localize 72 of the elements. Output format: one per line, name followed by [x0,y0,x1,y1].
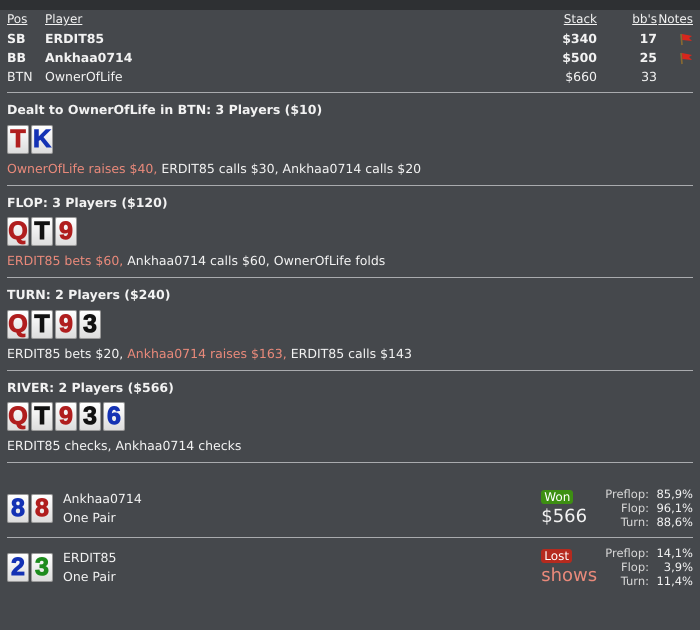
equity-value: 14,1% [655,546,693,560]
equity-label: Preflop: [605,546,649,560]
flag-icon[interactable] [679,32,693,46]
action-text: OwnerOfLife raises $40, [7,160,158,176]
table-cell: BTN [7,69,33,84]
action-text: OwnerOfLife folds [274,253,386,268]
equity-value: 88,6% [655,515,693,529]
action-text: ERDIT85 calls $30, [161,160,279,176]
table-cell: 33 [641,69,657,84]
column-header[interactable]: Player [45,10,440,29]
playing-card: 6 [103,402,125,432]
playing-card: Q [7,402,29,432]
result-amount: shows [541,565,598,588]
playing-card: T [31,402,53,432]
action-text: Ankhaa0714 checks [115,438,242,454]
action-text: ERDIT85 bets $20, [7,346,124,361]
equity-label: Flop: [620,560,649,574]
flag-icon[interactable] [679,50,693,65]
equity-label: Turn: [620,515,649,529]
street-heading: RIVER: 2 Players ($566) [7,378,175,397]
hand-name: One Pair [63,568,117,586]
result-badge: Won [541,490,574,504]
table-cell: $500 [562,50,597,65]
playing-card: 8 [31,494,53,522]
playing-card: 3 [79,310,101,339]
column-header[interactable]: Pos [7,10,45,29]
playing-card: 9 [55,310,77,339]
action-text: Ankhaa0714 calls $60, [127,253,270,268]
playing-card: Q [7,310,29,339]
street-heading: Dealt to OwnerOfLife in BTN: 3 Players ($10) [7,101,324,119]
result-badge: Lost [541,548,572,563]
playing-card: T [7,124,29,154]
street-heading: FLOP: 3 Players ($120) [7,194,169,212]
column-header[interactable]: bb's [597,10,657,29]
table-cell: Ankhaa0714 [45,50,132,65]
playing-card: 9 [55,217,77,246]
playing-card: 3 [79,402,101,432]
table-cell: BB [7,50,26,65]
action-text: Ankhaa0714 calls $20 [282,160,422,176]
table-cell: $340 [562,31,597,46]
equity-value: 85,9% [655,487,693,501]
table-cell: $660 [565,69,597,84]
action-text: ERDIT85 bets $60, [7,253,124,268]
table-cell: OwnerOfLife [45,69,123,84]
action-text: Ankhaa0714 raises $163, [127,346,287,361]
playing-card: T [31,310,53,339]
playing-card: T [31,217,53,246]
equity-label: Flop: [620,501,649,515]
playing-card: 2 [7,552,29,582]
column-header[interactable]: Notes [657,10,693,29]
equity-label: Preflop: [605,487,649,501]
table-cell: SB [7,31,26,46]
equity-value: 11,4% [655,574,693,588]
playing-card: 9 [55,402,77,432]
action-text: ERDIT85 calls $143 [290,346,412,361]
equity-label: Turn: [620,574,649,588]
hand-name: One Pair [63,509,117,527]
street-heading: TURN: 2 Players ($240) [7,286,172,304]
table-cell: 17 [640,31,657,46]
playing-card: K [31,124,53,154]
playing-card: 3 [31,552,53,582]
column-header[interactable]: Stack [440,10,597,29]
playing-card: 8 [7,494,29,522]
playing-card: Q [7,217,29,246]
action-text: ERDIT85 checks, [7,438,112,454]
table-cell: 25 [640,50,657,65]
equity-value: 3,9% [662,560,693,574]
player-name: ERDIT85 [63,549,118,567]
result-amount: $566 [541,506,588,528]
equity-value: 96,1% [655,501,693,515]
table-cell: ERDIT85 [45,31,104,46]
player-name: Ankhaa0714 [63,490,143,508]
